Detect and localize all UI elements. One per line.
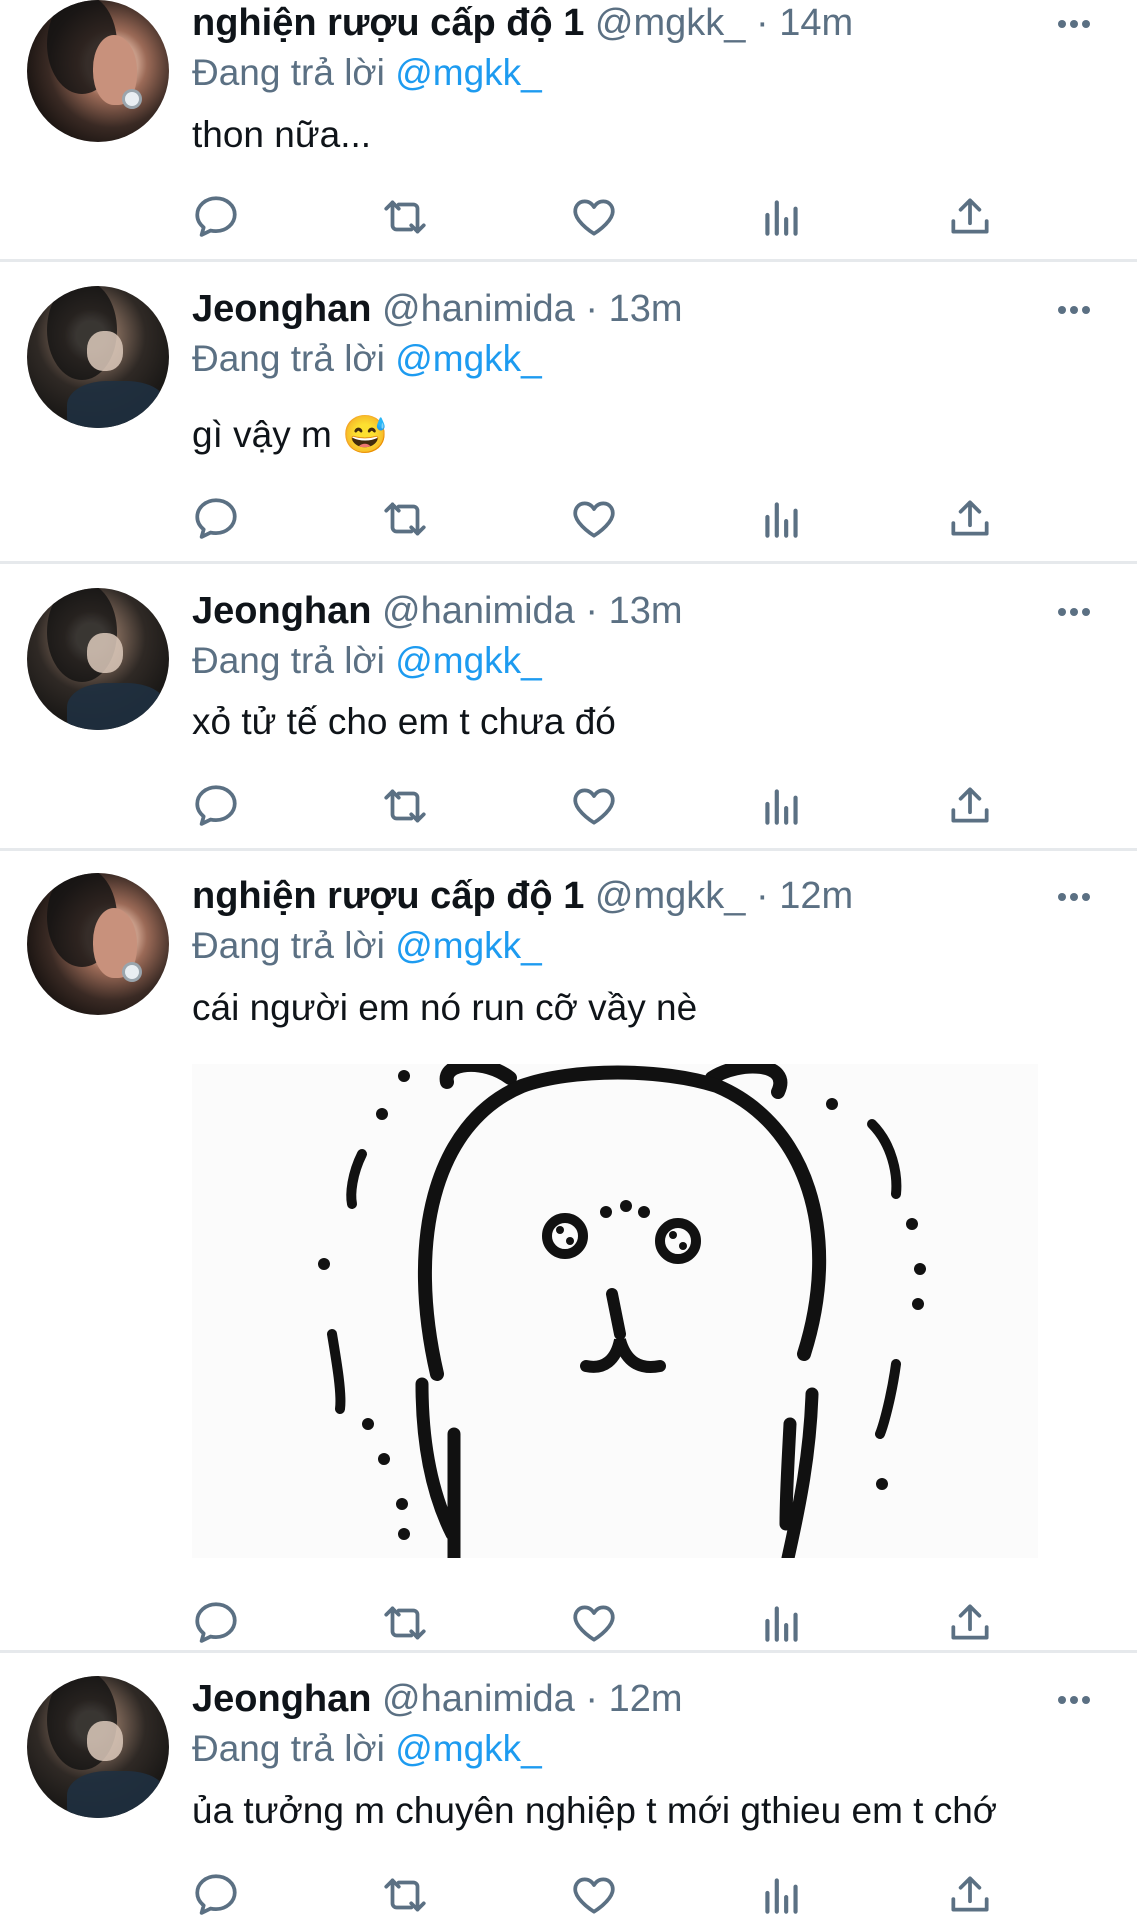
avatar[interactable] [27, 0, 169, 142]
replying-to: Đang trả lời @mgkk_ [192, 338, 542, 379]
separator: · [585, 590, 599, 632]
display-name[interactable]: nghiện rượu cấp độ 1 [192, 2, 584, 44]
avatar[interactable] [27, 873, 169, 1015]
divider [0, 1650, 1137, 1653]
tweet-actions [0, 1598, 1137, 1648]
tweet-text: cái người em nó run cỡ vầy nè [192, 987, 698, 1028]
divider [0, 561, 1137, 564]
retweet-icon[interactable] [380, 192, 430, 242]
reply-icon[interactable] [191, 494, 241, 544]
like-icon[interactable] [569, 494, 619, 544]
trembling-cartoon-bear-image[interactable] [192, 1064, 1038, 1558]
timestamp[interactable]: 13m [609, 590, 683, 632]
user-handle[interactable]: @mgkk_ [595, 875, 746, 917]
divider [0, 848, 1137, 851]
reply-icon[interactable] [191, 1870, 241, 1920]
avatar[interactable] [27, 286, 169, 428]
display-name[interactable]: Jeonghan [192, 288, 371, 330]
separator: · [585, 1678, 599, 1720]
analytics-icon[interactable] [757, 1870, 807, 1920]
timestamp[interactable]: 12m [609, 1678, 683, 1720]
timestamp[interactable]: 12m [779, 875, 853, 917]
reply-icon[interactable] [191, 781, 241, 831]
display-name[interactable]: Jeonghan [192, 1678, 371, 1720]
mention-link[interactable]: @mgkk_ [395, 1728, 542, 1769]
reply-icon[interactable] [191, 1598, 241, 1648]
analytics-icon[interactable] [757, 192, 807, 242]
tweet-actions [0, 494, 1137, 544]
share-icon[interactable] [945, 1870, 995, 1920]
tweet-text: gì vậy m 😅 [192, 414, 389, 455]
display-name[interactable]: Jeonghan [192, 590, 371, 632]
tweet-text: ủa tưởng m chuyên nghiệp t mới gthieu em… [192, 1790, 998, 1831]
replying-to: Đang trả lời @mgkk_ [192, 1728, 542, 1769]
more-options-icon[interactable] [1058, 602, 1098, 622]
separator: · [585, 288, 599, 330]
tweet-actions [0, 1870, 1137, 1920]
replying-to: Đang trả lời @mgkk_ [192, 925, 542, 966]
timestamp[interactable]: 14m [779, 2, 853, 44]
tweet-header: nghiện rượu cấp độ 1 @mgkk_ · 12m [192, 875, 853, 918]
separator: · [755, 875, 769, 917]
share-icon[interactable] [945, 192, 995, 242]
tweet-actions [0, 192, 1137, 242]
share-icon[interactable] [945, 1598, 995, 1648]
retweet-icon[interactable] [380, 1598, 430, 1648]
timestamp[interactable]: 13m [609, 288, 683, 330]
tweet-text: xỏ tử tế cho em t chưa đó [192, 701, 616, 742]
display-name[interactable]: nghiện rượu cấp độ 1 [192, 875, 584, 917]
retweet-icon[interactable] [380, 1870, 430, 1920]
retweet-icon[interactable] [380, 781, 430, 831]
like-icon[interactable] [569, 192, 619, 242]
tweet-header: Jeonghan @hanimida · 13m [192, 288, 683, 331]
share-icon[interactable] [945, 781, 995, 831]
more-options-icon[interactable] [1058, 1690, 1098, 1710]
share-icon[interactable] [945, 494, 995, 544]
more-options-icon[interactable] [1058, 887, 1098, 907]
user-handle[interactable]: @mgkk_ [595, 2, 746, 44]
retweet-icon[interactable] [380, 494, 430, 544]
user-handle[interactable]: @hanimida [382, 288, 575, 330]
tweet-actions [0, 781, 1137, 831]
more-options-icon[interactable] [1058, 300, 1098, 320]
divider [0, 259, 1137, 262]
tweet-header: Jeonghan @hanimida · 12m [192, 1678, 683, 1721]
analytics-icon[interactable] [757, 781, 807, 831]
user-handle[interactable]: @hanimida [382, 590, 575, 632]
analytics-icon[interactable] [757, 1598, 807, 1648]
mention-link[interactable]: @mgkk_ [395, 640, 542, 681]
mention-link[interactable]: @mgkk_ [395, 925, 542, 966]
tweet-header: nghiện rượu cấp độ 1 @mgkk_ · 14m [192, 2, 853, 45]
avatar[interactable] [27, 588, 169, 730]
like-icon[interactable] [569, 1598, 619, 1648]
user-handle[interactable]: @hanimida [382, 1678, 575, 1720]
reply-icon[interactable] [191, 192, 241, 242]
like-icon[interactable] [569, 1870, 619, 1920]
separator: · [755, 2, 769, 44]
like-icon[interactable] [569, 781, 619, 831]
more-options-icon[interactable] [1058, 14, 1098, 34]
replying-to: Đang trả lời @mgkk_ [192, 52, 542, 93]
avatar[interactable] [27, 1676, 169, 1818]
tweet-header: Jeonghan @hanimida · 13m [192, 590, 683, 633]
tweet-text: thon nữa... [192, 114, 372, 155]
replying-to: Đang trả lời @mgkk_ [192, 640, 542, 681]
mention-link[interactable]: @mgkk_ [395, 52, 542, 93]
mention-link[interactable]: @mgkk_ [395, 338, 542, 379]
analytics-icon[interactable] [757, 494, 807, 544]
